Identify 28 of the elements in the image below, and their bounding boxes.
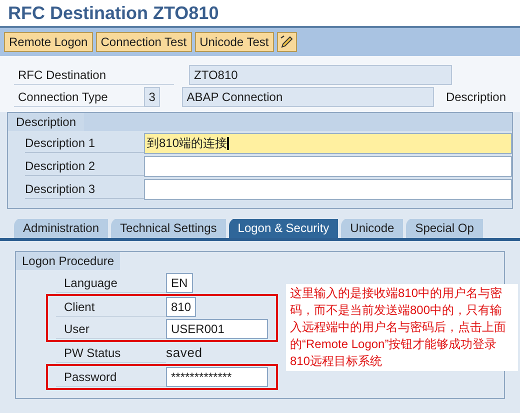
input-field[interactable]: ************* <box>166 367 268 387</box>
display-field: ABAP Connection <box>182 87 434 107</box>
field-label: RFC Destination <box>14 66 174 84</box>
field-label: PW Status <box>56 344 166 362</box>
display-field: 3 <box>144 87 160 107</box>
edit-button[interactable] <box>276 32 297 52</box>
tab[interactable]: Administration <box>14 219 108 238</box>
group-title: Description <box>8 113 84 131</box>
pencil-icon <box>280 35 294 49</box>
input-field[interactable]: EN <box>166 273 193 293</box>
window-title: RFC Destination ZTO810 <box>8 2 219 24</box>
field-label: Description <box>446 89 506 106</box>
toolbar-button[interactable]: Connection Test <box>96 32 192 52</box>
tab[interactable]: Logon & Security <box>228 219 338 238</box>
tab[interactable]: Technical Settings <box>111 219 226 238</box>
field-value: saved <box>166 344 204 362</box>
toolbar-button[interactable]: Unicode Test <box>194 32 274 52</box>
tab[interactable]: Unicode <box>341 219 404 238</box>
toolbar-button[interactable]: Remote Logon <box>4 32 93 52</box>
input-field[interactable]: 到810端的连接 <box>144 132 512 154</box>
input-field[interactable] <box>144 156 512 176</box>
annotation-note: 这里输入的是接收端810中的用户名与密码，而不是当前发送端800中的，只有输入远程端中的用户名与密码后，点击上面的“Remote Logon”按钮才能够成功登录810远程目标系统 <box>286 284 518 371</box>
tab[interactable]: Special Op <box>406 219 483 238</box>
input-field[interactable] <box>144 178 512 200</box>
input-field[interactable]: USER001 <box>166 319 268 339</box>
input-field[interactable]: 810 <box>166 297 196 317</box>
group-title: Logon Procedure <box>16 252 120 270</box>
display-field: ZTO810 <box>189 65 452 85</box>
